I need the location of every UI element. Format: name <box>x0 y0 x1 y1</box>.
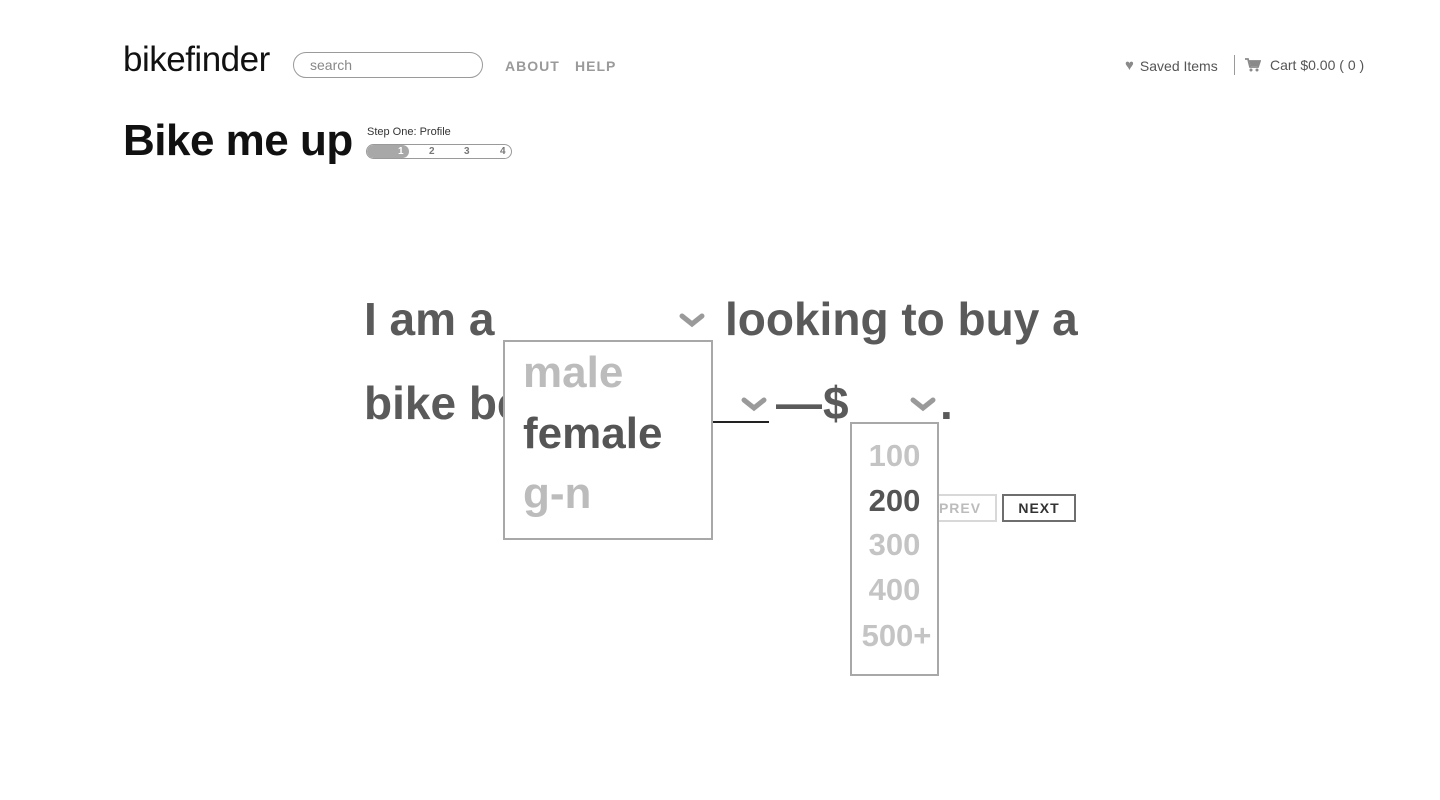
price-option-100[interactable]: 100 <box>852 438 937 474</box>
sentence-period: . <box>940 377 953 429</box>
next-button[interactable]: NEXT <box>1002 494 1076 522</box>
sentence-part-2: looking to buy a <box>725 293 1078 345</box>
gender-chevron-down-icon[interactable] <box>679 313 705 328</box>
price-option-400[interactable]: 400 <box>852 572 937 608</box>
step-3[interactable]: 3 <box>464 145 470 158</box>
nav-about-link[interactable]: ABOUT <box>505 58 560 74</box>
price-dropdown[interactable]: 100 200 300 400 500+ <box>850 422 939 676</box>
step-4[interactable]: 4 <box>500 145 506 158</box>
page-title: Bike me up <box>123 116 353 165</box>
header-divider <box>1234 55 1235 75</box>
cart-link[interactable]: Cart $0.00 ( 0 ) <box>1245 57 1364 73</box>
sentence-part-3: bike be <box>364 377 523 429</box>
bike-type-select[interactable] <box>713 421 769 423</box>
saved-items-link[interactable]: ♥ Saved Items <box>1125 57 1218 74</box>
cart-icon <box>1245 58 1261 72</box>
heart-icon: ♥ <box>1125 57 1134 74</box>
page: bikefinder ABOUT HELP ♥ Saved Items Cart… <box>0 0 1440 800</box>
cart-label: Cart $0.00 ( 0 ) <box>1270 57 1365 73</box>
gender-option-female[interactable]: female <box>523 409 662 459</box>
bike-type-chevron-down-icon[interactable] <box>741 397 767 412</box>
sentence-dollar: $ <box>823 377 849 429</box>
step-1[interactable]: 1 <box>398 145 404 158</box>
price-option-500-plus[interactable]: 500+ <box>854 618 939 654</box>
gender-option-male[interactable]: male <box>523 348 623 398</box>
gender-option-gn[interactable]: g-n <box>523 469 591 519</box>
nav-help-link[interactable]: HELP <box>575 58 616 74</box>
gender-dropdown[interactable]: male female g-n <box>503 340 713 540</box>
search-input[interactable] <box>293 52 483 78</box>
step-progress-bar: 1 2 3 4 <box>366 144 512 159</box>
sentence-dash: — <box>776 377 822 429</box>
logo[interactable]: bikefinder <box>123 40 270 80</box>
saved-items-label: Saved Items <box>1139 57 1218 74</box>
sentence-part-1: I am a <box>364 293 495 345</box>
price-option-300[interactable]: 300 <box>852 527 937 563</box>
price-chevron-down-icon[interactable] <box>910 397 936 412</box>
step-2[interactable]: 2 <box>429 145 435 158</box>
price-option-200[interactable]: 200 <box>852 483 937 519</box>
step-label: Step One: Profile <box>367 126 451 138</box>
